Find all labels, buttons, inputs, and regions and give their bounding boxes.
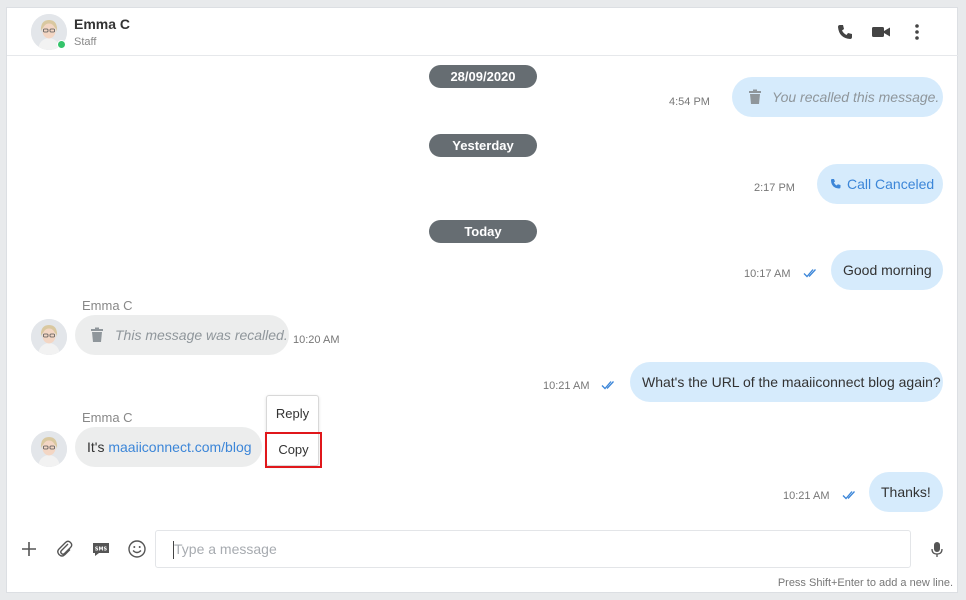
online-status-dot xyxy=(57,40,66,49)
more-vertical-icon[interactable] xyxy=(907,22,927,42)
message-bubble[interactable]: This message was recalled. xyxy=(75,315,289,355)
contact-role: Staff xyxy=(74,36,97,48)
chat-window: Emma C Staff 28/09/2020 Yesterday Today … xyxy=(6,7,959,593)
message-input-box[interactable] xyxy=(155,530,911,568)
svg-text:SMS: SMS xyxy=(95,547,108,553)
call-bubble[interactable]: Call Canceled xyxy=(817,164,943,204)
trash-icon xyxy=(91,327,103,342)
message-time: 10:20 AM xyxy=(293,334,340,346)
context-menu: Reply Copy xyxy=(265,395,322,468)
message-bubble[interactable]: It's maaiiconnect.com/blog xyxy=(75,427,262,467)
message-text: It's xyxy=(87,439,109,455)
emoji-icon[interactable] xyxy=(127,539,147,559)
sender-avatar[interactable] xyxy=(31,319,67,355)
recalled-text: You recalled this message. xyxy=(772,89,940,105)
message-time: 2:17 PM xyxy=(754,182,795,194)
microphone-icon[interactable] xyxy=(927,539,947,559)
read-receipt-icon xyxy=(601,381,614,390)
chat-header: Emma C Staff xyxy=(7,8,959,56)
message-time: 10:21 AM xyxy=(783,490,830,502)
date-separator: Today xyxy=(429,220,537,243)
trash-icon xyxy=(749,89,761,104)
message-text: What's the URL of the maaiiconnect blog … xyxy=(642,374,941,390)
message-bubble[interactable]: What's the URL of the maaiiconnect blog … xyxy=(630,362,943,402)
sms-icon[interactable]: SMS xyxy=(91,539,111,559)
message-link[interactable]: maaiiconnect.com/blog xyxy=(108,439,251,455)
message-text: Thanks! xyxy=(881,484,931,500)
read-receipt-icon xyxy=(803,269,816,278)
paperclip-icon[interactable] xyxy=(55,539,75,559)
message-text: Good morning xyxy=(843,262,932,278)
message-bubble[interactable]: You recalled this message. xyxy=(732,77,943,117)
date-separator: Yesterday xyxy=(429,134,537,157)
read-receipt-icon xyxy=(842,491,855,500)
sender-name: Emma C xyxy=(82,298,133,313)
date-separator: 28/09/2020 xyxy=(429,65,537,88)
sender-name: Emma C xyxy=(82,410,133,425)
message-input[interactable] xyxy=(156,531,910,567)
copy-menu-item[interactable]: Copy xyxy=(265,432,322,468)
reply-menu-item[interactable]: Reply xyxy=(267,398,318,429)
recalled-text: This message was recalled. xyxy=(115,327,288,343)
sender-avatar[interactable] xyxy=(31,431,67,467)
message-time: 10:21 AM xyxy=(543,380,590,392)
call-canceled-icon xyxy=(831,179,841,189)
composer-hint: Press Shift+Enter to add a new line. xyxy=(777,577,953,589)
message-bubble[interactable]: Good morning xyxy=(831,250,943,290)
text-caret xyxy=(173,541,174,559)
message-time: 10:17 AM xyxy=(744,268,791,280)
contact-name: Emma C xyxy=(74,16,131,32)
call-status-text: Call Canceled xyxy=(847,176,935,192)
phone-icon[interactable] xyxy=(835,22,855,42)
message-time: 4:54 PM xyxy=(669,96,710,108)
video-icon[interactable] xyxy=(870,22,892,42)
plus-icon[interactable] xyxy=(19,539,39,559)
message-bubble[interactable]: Thanks! xyxy=(869,472,943,512)
